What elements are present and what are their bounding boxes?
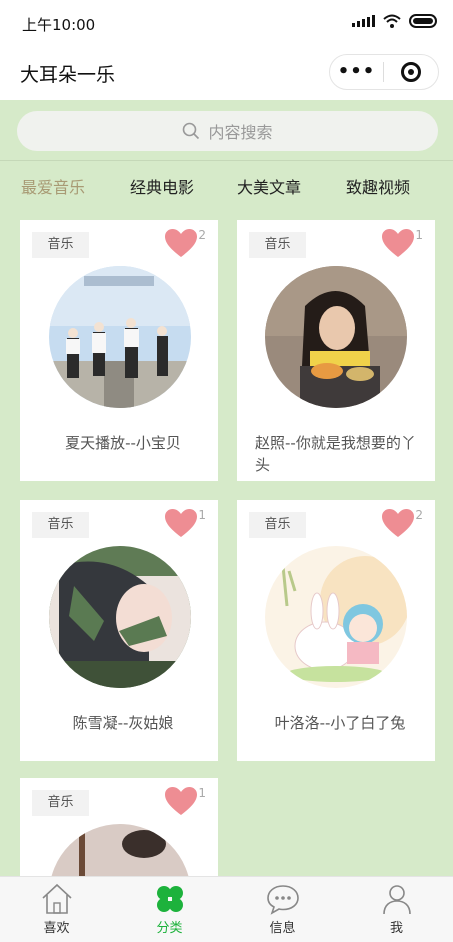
like-count: 2: [415, 508, 423, 522]
tabbar-item-me[interactable]: 我: [340, 877, 453, 942]
card-title: 叶洛洛--小了白了兔: [274, 714, 406, 732]
heart-icon[interactable]: [164, 228, 198, 258]
card-title: 陈雪凝--灰姑娘: [72, 714, 174, 732]
album-cover: [49, 266, 191, 408]
music-card[interactable]: 音乐 1 陈雪凝--灰姑娘: [20, 500, 218, 761]
status-time: 上午10:00: [22, 16, 96, 34]
more-menu-button[interactable]: •••: [330, 57, 383, 87]
album-cover: [49, 824, 191, 876]
card-title: 赵照--你就是我想要的丫头: [255, 434, 416, 474]
wifi-icon: [383, 14, 401, 28]
heart-icon[interactable]: [164, 508, 198, 538]
tab-articles[interactable]: 大美文章: [237, 174, 301, 198]
card-tag: 音乐: [249, 232, 306, 258]
heart-icon[interactable]: [164, 786, 198, 816]
status-bar: 上午10:00: [0, 0, 453, 46]
search-icon: [183, 122, 200, 140]
content-area: 内容搜索 最爱音乐 经典电影 大美文章 致趣视频 音乐 2 夏天播放--小宝贝 …: [0, 100, 453, 876]
heart-icon[interactable]: [381, 228, 415, 258]
card-tag: 音乐: [32, 232, 89, 258]
tabbar-label: 我: [389, 921, 403, 936]
card-tag: 音乐: [249, 512, 306, 538]
user-icon: [382, 885, 411, 915]
search-placeholder: 内容搜索: [208, 123, 273, 142]
signal-icon: [352, 15, 375, 27]
close-icon: [401, 62, 421, 82]
card-tag: 音乐: [32, 790, 89, 816]
category-tabs: 最爱音乐 经典电影 大美文章 致趣视频: [0, 174, 453, 200]
search-input[interactable]: 内容搜索: [17, 111, 438, 151]
like-count: 1: [198, 786, 206, 800]
music-card[interactable]: 音乐 1: [20, 778, 218, 876]
tabbar-label: 分类: [156, 921, 183, 936]
tab-classic-movies[interactable]: 经典电影: [130, 174, 194, 198]
album-cover: [265, 546, 407, 688]
tabbar-item-messages[interactable]: 信息: [226, 877, 339, 942]
mini-program-capsule: •••: [329, 54, 439, 90]
like-count: 1: [415, 228, 423, 242]
tabbar-label: 喜欢: [43, 921, 70, 936]
tabbar-item-category[interactable]: 分类: [113, 877, 226, 942]
like-count: 2: [198, 228, 206, 242]
divider: [0, 160, 453, 161]
close-button[interactable]: [384, 62, 438, 82]
page-title: 大耳朵一乐: [20, 64, 116, 86]
album-cover: [265, 266, 407, 408]
chat-bubble-icon: [266, 885, 299, 915]
tab-favorite-music[interactable]: 最爱音乐: [21, 174, 85, 198]
like-count: 1: [198, 508, 206, 522]
music-card[interactable]: 音乐 1 赵照--你就是我想要的丫头: [237, 220, 435, 481]
status-icons: [352, 14, 437, 28]
clover-icon: [156, 886, 183, 912]
music-card[interactable]: 音乐 2 夏天播放--小宝贝: [20, 220, 218, 481]
house-icon: [41, 883, 72, 914]
tabbar-item-like[interactable]: 喜欢: [0, 877, 113, 942]
heart-icon[interactable]: [381, 508, 415, 538]
card-tag: 音乐: [32, 512, 89, 538]
album-cover: [49, 546, 191, 688]
bottom-tab-bar: 喜欢 分类 信息 我: [0, 876, 453, 942]
battery-icon: [409, 14, 437, 28]
nav-bar: 大耳朵一乐 •••: [0, 46, 453, 100]
card-title: 夏天播放--小宝贝: [65, 434, 181, 452]
tabbar-label: 信息: [269, 921, 296, 936]
music-card[interactable]: 音乐 2 叶洛洛--小了白了兔: [237, 500, 435, 761]
tab-videos[interactable]: 致趣视频: [346, 174, 410, 198]
